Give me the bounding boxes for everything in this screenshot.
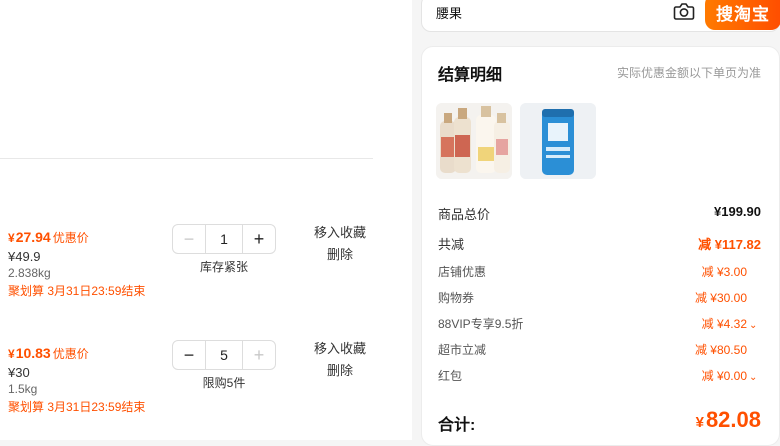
chevron-down-icon[interactable]: ⌄ [749,372,761,383]
discount-line-supermarket: 超市立减 减 ¥80.50 [438,341,761,361]
line-label: 超市立减 [438,343,487,357]
checkout-summary: 结算明细 实际优惠金额以下单页为准 商品总价 ¥199.90 共减 减 ¥117… [421,46,780,446]
cart-item: ¥27.94 优惠价 ¥49.9 2.838kg 聚划算 3月31日23:59结束… [0,224,412,319]
current-price: ¥27.94 优惠价 [8,229,89,245]
item-actions: 移入收藏 删除 [300,338,380,382]
line-label: 红包 [438,369,463,383]
discount-line-coupon: 购物券 减 ¥30.00 [438,289,761,309]
line-value: 减 ¥0.00 ⌄ [702,367,761,384]
move-to-favorites-link[interactable]: 移入收藏 [300,222,380,244]
quantity-stepper: − 5 + [172,340,276,370]
increase-button[interactable]: + [243,341,275,369]
decrease-button[interactable]: − [173,225,205,253]
discount-line-redpacket[interactable]: 红包 减 ¥0.00 ⌄ [438,367,761,387]
quantity-value[interactable]: 5 [205,341,243,369]
total-value: ¥82.08 [695,407,761,432]
stock-status: 库存紧张 [199,260,248,274]
discount-label: 共减 [438,237,465,252]
original-price: ¥30 [8,365,30,380]
discount-row: 共减 减 ¥117.82 [438,234,761,254]
promo-label: 聚划算 3月31日23:59结束 [8,400,146,414]
total-label: 合计: [438,417,476,434]
item-weight: 2.838kg [8,266,51,280]
subtotal-row: 商品总价 ¥199.90 [438,204,761,224]
divider [0,158,373,159]
line-value: 减 ¥3.00 [701,265,747,279]
current-price: ¥10.83 优惠价 [8,345,89,361]
line-value: 减 ¥80.50 [694,343,747,357]
delete-link[interactable]: 删除 [300,244,380,266]
product-thumbnail[interactable] [520,103,596,179]
subtotal-value: ¥199.90 [714,204,761,219]
camera-icon[interactable] [673,1,695,21]
line-value: 减 ¥30.00 [694,291,747,305]
price-tag: 优惠价 [52,231,89,245]
line-label: 店铺优惠 [438,265,487,279]
discount-line-vip[interactable]: 88VIP专享9.5折 减 ¥4.32 ⌄ [438,315,761,335]
canister-image [520,103,596,179]
subtotal-label: 商品总价 [438,207,491,222]
quantity-value[interactable]: 1 [205,225,243,253]
original-price: ¥49.9 [8,249,41,264]
search-input[interactable]: 腰果 [436,3,462,22]
bottles-image [436,103,512,179]
chevron-down-icon[interactable]: ⌄ [749,320,761,331]
delete-link[interactable]: 删除 [300,360,380,382]
increase-button[interactable]: + [243,225,275,253]
item-actions: 移入收藏 删除 [300,222,380,266]
decrease-button[interactable]: − [173,341,205,369]
line-label: 88VIP专享9.5折 [438,317,524,331]
discount-line-store: 店铺优惠 减 ¥3.00 [438,263,761,283]
summary-note: 实际优惠金额以下单页为准 [616,66,761,80]
purchase-limit: 限购5件 [202,376,246,390]
item-weight: 1.5kg [8,382,38,396]
cart-item: ¥10.83 优惠价 ¥30 1.5kg 聚划算 3月31日23:59结束 − 5… [0,340,412,435]
promo-label: 聚划算 3月31日23:59结束 [8,284,146,298]
move-to-favorites-link[interactable]: 移入收藏 [300,338,380,360]
quantity-stepper: − 1 + [172,224,276,254]
search-bar: 腰果 搜淘宝 [421,0,780,32]
cart-panel: ¥27.94 优惠价 ¥49.9 2.838kg 聚划算 3月31日23:59结束… [0,0,412,440]
product-thumbnail[interactable] [436,103,512,179]
summary-title: 结算明细 [438,67,503,84]
search-button[interactable]: 搜淘宝 [705,0,780,30]
line-value: 减 ¥4.32 ⌄ [702,315,761,332]
line-label: 购物券 [438,291,475,305]
discount-value: 减 ¥117.82 [698,237,761,252]
price-tag: 优惠价 [52,347,89,361]
